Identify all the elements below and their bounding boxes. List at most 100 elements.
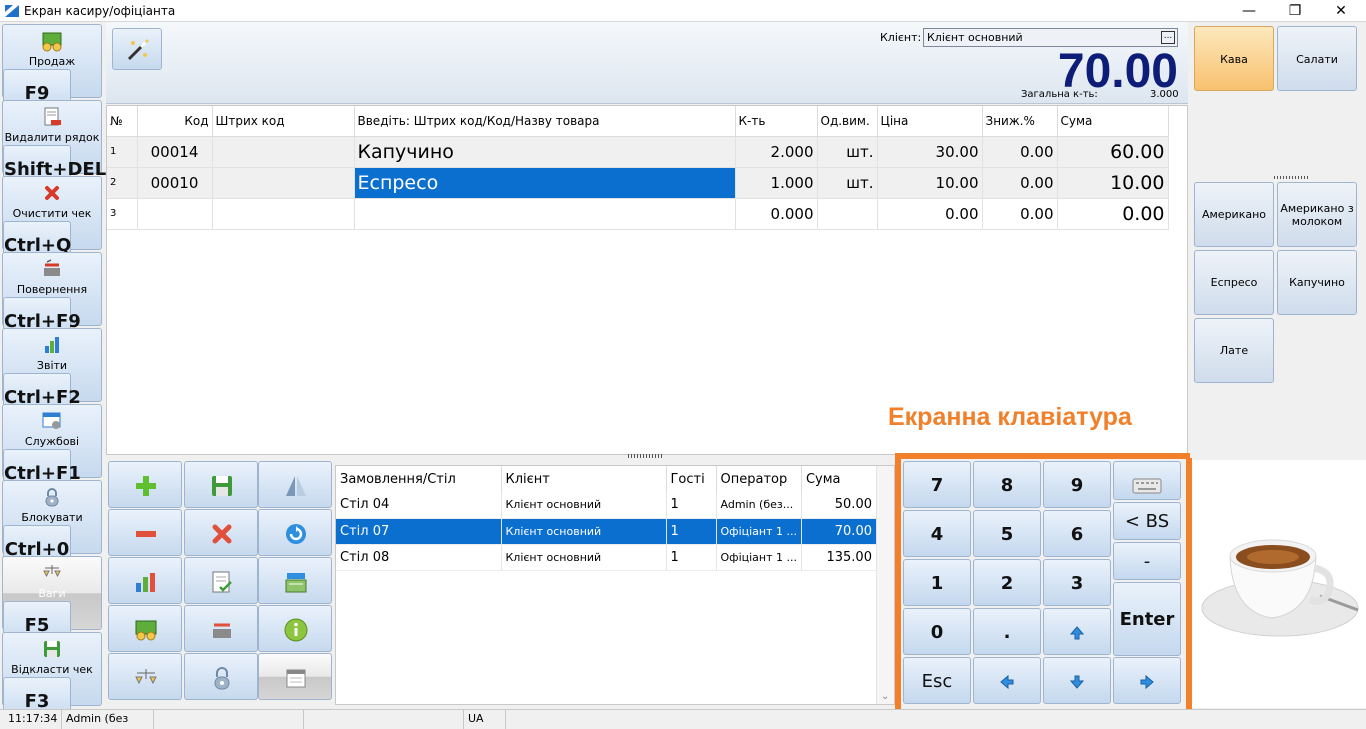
order-row[interactable]: Стіл 07 Клієнт основний 1 Офіціант 1 ...… — [336, 518, 877, 545]
horizontal-splitter[interactable] — [628, 454, 664, 458]
sale-button[interactable]: Продаж F9 — [2, 24, 102, 116]
reports-tool-button[interactable] — [108, 557, 182, 604]
red-cross-icon — [212, 524, 232, 544]
cancel-button[interactable] — [184, 509, 258, 556]
order-row[interactable]: Стіл 08 Клієнт основний 1 Офіціант 1 ...… — [336, 544, 877, 571]
calendar-button[interactable] — [258, 653, 332, 700]
key-dot[interactable]: . — [973, 608, 1041, 655]
scales-button[interactable]: Ваги F5 — [2, 556, 102, 648]
column-header[interactable]: Ціна — [877, 106, 983, 137]
row-sum: 60.00 — [1057, 136, 1169, 168]
check-row[interactable]: 2 00010 Еспресо 1.000 шт. 10.00 0.00 10.… — [107, 167, 1169, 199]
return-tool-button[interactable] — [184, 605, 258, 652]
arrow-right-icon — [1140, 674, 1154, 690]
key-9[interactable]: 9 — [1043, 461, 1111, 508]
service-button[interactable]: Службові Ctrl+F1 — [2, 404, 102, 496]
total-qty: 3.000 — [1150, 89, 1179, 100]
close-button[interactable]: ✕ — [1318, 0, 1364, 22]
key-arrow-up[interactable] — [1043, 608, 1111, 655]
key-1[interactable]: 1 — [903, 559, 971, 606]
key-5[interactable]: 5 — [973, 510, 1041, 557]
column-header[interactable]: Сума — [1057, 106, 1169, 137]
column-header[interactable]: Введіть: Штрих код/Код/Назву товара — [354, 106, 736, 137]
column-header[interactable]: Сума — [801, 466, 877, 492]
key-0[interactable]: 0 — [903, 608, 971, 655]
column-header[interactable]: Оператор — [716, 466, 802, 492]
key-4[interactable]: 4 — [903, 510, 971, 557]
order-guests: 1 — [666, 518, 717, 545]
check-list-button[interactable] — [184, 557, 258, 604]
split-check-button[interactable] — [258, 461, 332, 508]
row-name-input[interactable]: Еспресо — [354, 167, 736, 199]
column-header[interactable]: № — [107, 106, 138, 137]
category-salads[interactable]: Салати — [1277, 26, 1357, 91]
row-code: 00010 — [137, 167, 213, 199]
lock-tool-button[interactable] — [184, 653, 258, 700]
check-grid-header: № Код Штрих код Введіть: Штрих код/Код/Н… — [107, 106, 1169, 137]
key-arrow-right[interactable] — [1113, 657, 1181, 704]
cash-register-button[interactable] — [258, 557, 332, 604]
check-header: Клієнт: Клієнт основний ... 70.00 Загаль… — [106, 22, 1188, 104]
key-esc[interactable]: Esc — [903, 657, 971, 704]
column-header[interactable]: Штрих код — [212, 106, 355, 137]
product-americano[interactable]: Американо — [1194, 182, 1274, 247]
key-arrow-left[interactable] — [973, 657, 1041, 704]
add-item-button[interactable] — [108, 461, 182, 508]
column-header[interactable]: Гості — [666, 466, 717, 492]
client-select-button[interactable]: ... — [1161, 31, 1175, 44]
scales-icon — [135, 669, 157, 685]
column-header[interactable]: Замовлення/Стіл — [336, 466, 502, 492]
scales-tool-button[interactable] — [108, 653, 182, 700]
keyboard-toggle-button[interactable] — [1113, 461, 1181, 500]
check-row[interactable]: 1 00014 Капучино 2.000 шт. 30.00 0.00 60… — [107, 136, 1169, 168]
order-row[interactable]: Стіл 04 Клієнт основний 1 Admin (без... … — [336, 492, 877, 519]
restore-button[interactable]: ❐ — [1272, 0, 1318, 22]
key-enter[interactable]: Enter — [1113, 582, 1181, 656]
coins-icon — [42, 32, 62, 52]
column-header[interactable]: Зниж.% — [982, 106, 1058, 137]
key-backspace[interactable]: < BS — [1113, 502, 1181, 540]
column-header[interactable]: Од.вим. — [817, 106, 878, 137]
category-coffee[interactable]: Кава — [1194, 26, 1274, 91]
sale-button-label: Продаж — [28, 55, 76, 68]
orders-scrollbar[interactable]: ⌄ — [876, 466, 894, 704]
status-user: Admin (без — [62, 710, 154, 729]
panel-splitter[interactable] — [1274, 176, 1310, 179]
key-2[interactable]: 2 — [973, 559, 1041, 606]
clear-check-button[interactable]: Очистити чек Ctrl+Q — [2, 176, 102, 268]
check-row[interactable]: 3 0.000 0.00 0.00 0.00 — [107, 198, 1169, 230]
refresh-button[interactable] — [258, 509, 332, 556]
column-header[interactable]: Код — [137, 106, 213, 137]
column-header[interactable]: К-ть — [735, 106, 818, 137]
key-3[interactable]: 3 — [1043, 559, 1111, 606]
scroll-down-icon[interactable]: ⌄ — [881, 691, 889, 702]
info-button[interactable] — [258, 605, 332, 652]
orders-list[interactable]: Замовлення/Стіл Клієнт Гості Оператор Су… — [335, 465, 895, 705]
key-8[interactable]: 8 — [973, 461, 1041, 508]
key-arrow-down[interactable] — [1043, 657, 1111, 704]
product-americano-milk[interactable]: Американо з молоком — [1277, 182, 1357, 247]
product-latte[interactable]: Лате — [1194, 318, 1274, 383]
return-button[interactable]: Повернення Ctrl+F9 — [2, 252, 102, 344]
save-button[interactable] — [184, 461, 258, 508]
status-cell — [154, 710, 304, 729]
key-6[interactable]: 6 — [1043, 510, 1111, 557]
payment-button[interactable] — [108, 605, 182, 652]
postpone-check-button[interactable]: Відкласти чек F3 — [2, 632, 102, 724]
product-espresso[interactable]: Еспресо — [1194, 250, 1274, 315]
minimize-button[interactable]: — — [1226, 0, 1272, 22]
column-header[interactable]: Клієнт — [501, 466, 667, 492]
row-number: 1 — [107, 136, 138, 168]
lock-button[interactable]: Блокувати Ctrl+0 — [2, 480, 102, 572]
remove-item-button[interactable] — [108, 509, 182, 556]
key-7[interactable]: 7 — [903, 461, 971, 508]
row-unit — [817, 198, 878, 230]
delete-row-button[interactable]: Видалити рядок Shift+DEL — [2, 100, 106, 192]
key-minus[interactable]: - — [1113, 542, 1181, 580]
product-cappuccino[interactable]: Капучино — [1277, 250, 1357, 315]
row-name: Капучино — [354, 136, 736, 168]
row-code — [137, 198, 213, 230]
reports-button[interactable]: Звіти Ctrl+F2 — [2, 328, 102, 420]
wand-button[interactable] — [112, 28, 162, 70]
client-value: Клієнт основний — [927, 31, 1023, 44]
